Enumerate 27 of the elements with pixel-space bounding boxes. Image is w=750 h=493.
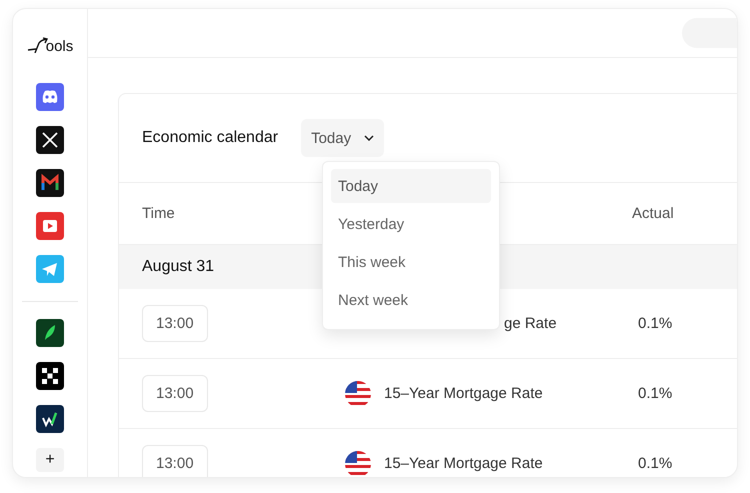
panel-title: Economic calendar [142, 129, 278, 147]
column-header: Actual [632, 205, 675, 222]
flag-icon [345, 450, 371, 476]
event-name: 15–Year Mortgage Rate [384, 455, 543, 472]
actual-value: 0.1% [637, 315, 674, 332]
menu-item[interactable]: Today [331, 169, 491, 203]
game-controller-icon[interactable] [36, 83, 64, 111]
logo-text: ools [46, 38, 74, 55]
flag-icon [345, 380, 371, 406]
feather-icon[interactable] [36, 319, 64, 347]
time-badge: 13:00 [142, 375, 208, 412]
chevron-icon [364, 135, 374, 141]
event-name: ge Rate [504, 315, 557, 332]
play-icon[interactable] [36, 212, 64, 240]
column-header: Time [142, 205, 176, 222]
x-logo-icon[interactable] [36, 126, 64, 154]
checkerboard-icon[interactable] [36, 362, 64, 390]
date-label: August 31 [142, 258, 214, 276]
event-name: 15–Year Mortgage Rate [384, 385, 543, 402]
actual-value: 0.1% [637, 455, 674, 472]
period-dropdown[interactable]: Today [301, 119, 384, 157]
time-badge: 13:00 [142, 445, 208, 477]
chart-icon[interactable] [36, 405, 64, 433]
add-button[interactable]: + [36, 448, 64, 472]
actual-value: 0.1% [637, 385, 674, 402]
time-badge: 13:00 [142, 305, 208, 342]
mail-icon[interactable] [36, 169, 64, 197]
